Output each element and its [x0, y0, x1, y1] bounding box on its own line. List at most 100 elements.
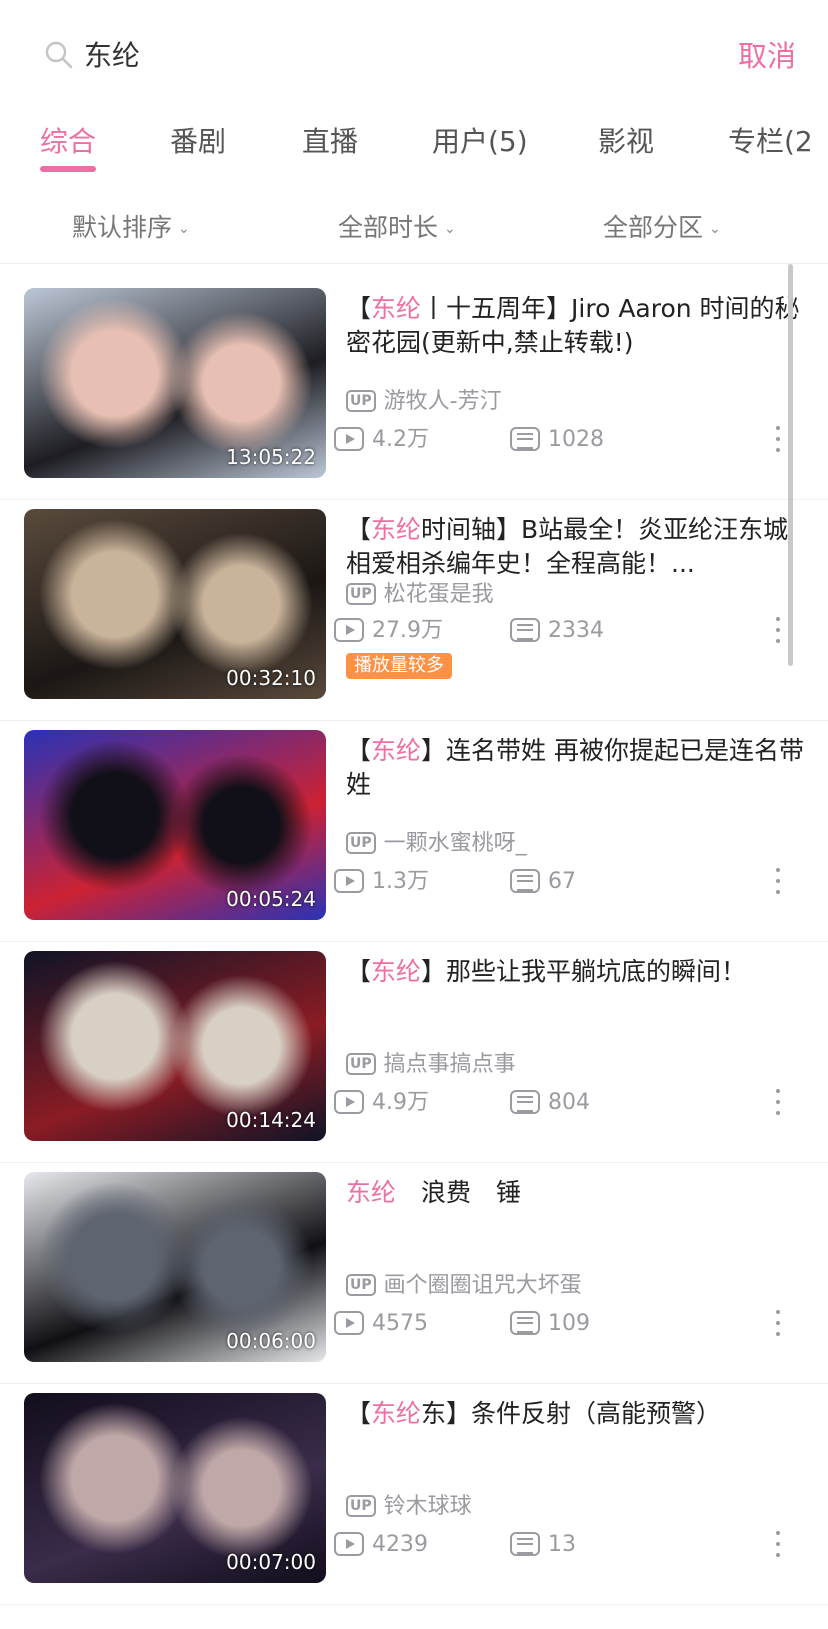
more-options-icon[interactable] [770, 1308, 786, 1340]
video-item[interactable]: 00:32:10 【东纶时间轴】B站最全！炎亚纶汪东城相爱相杀编年史！全程高能！… [0, 491, 828, 721]
danmaku-count: 1028 [510, 424, 604, 456]
title-prefix: 【 [346, 1399, 372, 1428]
video-thumbnail[interactable]: 00:07:00 [24, 1393, 326, 1583]
title-rest: 东】条件反射（高能预警） [421, 1399, 722, 1428]
tab-users[interactable]: 用户(5) [432, 122, 528, 162]
play-count-icon [334, 1311, 364, 1335]
title-highlight: 东纶 [371, 957, 422, 986]
danmaku-count-value: 1028 [548, 427, 604, 452]
view-count-value: 4239 [372, 1532, 428, 1557]
video-thumbnail[interactable]: 00:32:10 [24, 509, 326, 699]
up-tag-icon: UP [346, 832, 376, 854]
active-tab-indicator [40, 166, 96, 172]
filter-bar: 默认排序 ⌄ 全部时长 ⌄ 全部分区 ⌄ [0, 200, 828, 264]
tab-bar: 综合 番剧 直播 用户(5) 影视 专栏(2 [0, 112, 828, 182]
more-options-icon[interactable] [770, 615, 786, 647]
video-thumbnail[interactable]: 00:14:24 [24, 951, 326, 1141]
cancel-button[interactable]: 取消 [738, 34, 796, 78]
danmaku-count-value: 109 [548, 1311, 590, 1336]
chevron-down-icon: ⌄ [444, 221, 456, 237]
tab-articles[interactable]: 专栏(2 [728, 122, 813, 162]
video-item[interactable]: 00:05:24 【东纶】连名带姓 再被你提起已是连名带姓 UP 一颗水蜜桃呀_ … [0, 712, 828, 942]
uploader-name: 游牧人-芳汀 [383, 389, 502, 414]
view-count: 4239 [334, 1529, 428, 1561]
sort-filter-label: 默认排序 [72, 213, 173, 242]
title-prefix: 【 [346, 957, 372, 986]
video-item[interactable]: 00:07:00 【东纶东】条件反射（高能预警） UP 铃木球球 4239 13 [0, 1375, 828, 1605]
title-prefix: 【 [346, 294, 372, 323]
video-thumbnail[interactable]: 13:05:22 [24, 288, 326, 478]
danmaku-icon [510, 1311, 540, 1335]
view-count: 4.2万 [334, 424, 429, 456]
video-title[interactable]: 【东纶东】条件反射（高能预警） [346, 1397, 806, 1431]
title-rest: 浪费 锤 [396, 1178, 522, 1207]
danmaku-count-value: 13 [548, 1532, 576, 1557]
chevron-down-icon: ⌄ [709, 221, 721, 237]
video-item[interactable]: 13:05:22 【东纶丨十五周年】Jiro Aaron 时间的秘密花园(更新中… [0, 270, 828, 500]
title-rest: 】那些让我平躺坑底的瞬间！ [421, 957, 747, 986]
search-bar: 东纶 取消 [0, 0, 828, 110]
danmaku-count: 2334 [510, 615, 604, 647]
uploader-row[interactable]: UP 松花蛋是我 [346, 579, 494, 611]
sort-filter[interactable]: 默认排序 ⌄ [72, 210, 190, 247]
up-tag-icon: UP [346, 390, 376, 412]
scrollbar[interactable] [788, 264, 793, 666]
play-count-icon [334, 1090, 364, 1114]
search-input[interactable]: 东纶 [84, 34, 140, 78]
up-tag-icon: UP [346, 1274, 376, 1296]
uploader-row[interactable]: UP 游牧人-芳汀 [346, 386, 502, 418]
play-count-icon [334, 869, 364, 893]
tab-bangumi[interactable]: 番剧 [170, 122, 226, 162]
uploader-name: 搞点事搞点事 [383, 1052, 516, 1077]
tab-live[interactable]: 直播 [302, 122, 358, 162]
uploader-row[interactable]: UP 搞点事搞点事 [346, 1049, 516, 1081]
danmaku-count-value: 804 [548, 1090, 590, 1115]
video-duration: 00:07:00 [226, 1550, 316, 1574]
video-item[interactable]: 00:14:24 【东纶】那些让我平躺坑底的瞬间！ UP 搞点事搞点事 4.9万 … [0, 933, 828, 1163]
video-item[interactable]: 00:06:00 东纶 浪费 锤 UP 画个圈圈诅咒大坏蛋 4575 109 [0, 1154, 828, 1384]
uploader-name: 一颗水蜜桃呀_ [383, 831, 527, 856]
duration-filter-label: 全部时长 [338, 213, 439, 242]
view-count: 1.3万 [334, 866, 429, 898]
search-icon [45, 41, 73, 69]
uploader-name: 松花蛋是我 [383, 582, 494, 607]
video-title[interactable]: 【东纶时间轴】B站最全！炎亚纶汪东城相爱相杀编年史！全程高能！... [346, 513, 806, 581]
danmaku-count: 109 [510, 1308, 590, 1340]
more-options-icon[interactable] [770, 424, 786, 456]
danmaku-count: 13 [510, 1529, 576, 1561]
video-thumbnail[interactable]: 00:05:24 [24, 730, 326, 920]
video-title[interactable]: 【东纶丨十五周年】Jiro Aaron 时间的秘密花园(更新中,禁止转载!) [346, 292, 806, 360]
danmaku-icon [510, 427, 540, 451]
tab-comprehensive[interactable]: 综合 [40, 122, 96, 162]
danmaku-count-value: 2334 [548, 618, 604, 643]
danmaku-icon [510, 1090, 540, 1114]
more-options-icon[interactable] [770, 1529, 786, 1561]
uploader-row[interactable]: UP 铃木球球 [346, 1491, 472, 1523]
title-prefix: 【 [346, 736, 372, 765]
chevron-down-icon: ⌄ [178, 221, 190, 237]
danmaku-icon [510, 1532, 540, 1556]
duration-filter[interactable]: 全部时长 ⌄ [338, 210, 456, 247]
title-prefix: 【 [346, 515, 372, 544]
title-highlight: 东纶 [346, 1178, 397, 1207]
video-duration: 13:05:22 [226, 445, 316, 469]
danmaku-icon [510, 618, 540, 642]
title-highlight: 东纶 [371, 294, 422, 323]
play-count-icon [334, 618, 364, 642]
video-title[interactable]: 【东纶】那些让我平躺坑底的瞬间！ [346, 955, 806, 989]
uploader-name: 铃木球球 [383, 1494, 472, 1519]
video-title[interactable]: 东纶 浪费 锤 [346, 1176, 806, 1210]
video-thumbnail[interactable]: 00:06:00 [24, 1172, 326, 1362]
view-count-value: 4.9万 [372, 1090, 429, 1115]
zone-filter[interactable]: 全部分区 ⌄ [603, 210, 721, 247]
uploader-row[interactable]: UP 画个圈圈诅咒大坏蛋 [346, 1270, 582, 1302]
more-options-icon[interactable] [770, 1087, 786, 1119]
up-tag-icon: UP [346, 1053, 376, 1075]
more-options-icon[interactable] [770, 866, 786, 898]
video-title[interactable]: 【东纶】连名带姓 再被你提起已是连名带姓 [346, 734, 806, 802]
tab-movies[interactable]: 影视 [598, 122, 654, 162]
status-badge: 播放量较多 [346, 653, 452, 679]
title-highlight: 东纶 [371, 515, 422, 544]
uploader-row[interactable]: UP 一颗水蜜桃呀_ [346, 828, 527, 860]
danmaku-count: 67 [510, 866, 576, 898]
